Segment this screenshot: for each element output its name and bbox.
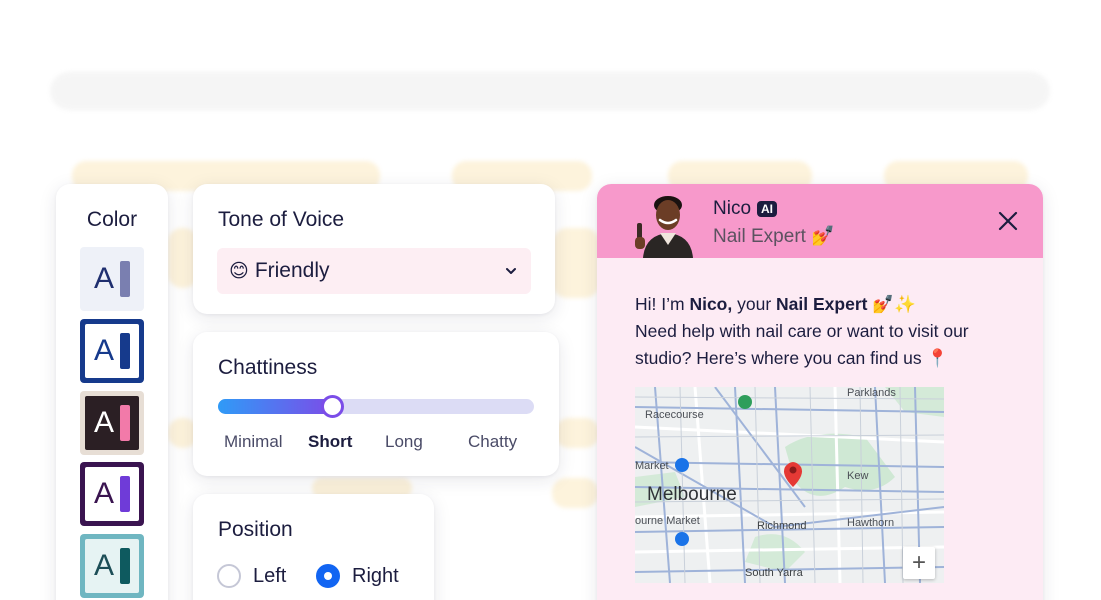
tone-title: Tone of Voice: [218, 208, 345, 231]
background-placeholder: [553, 228, 599, 298]
position-title: Position: [218, 518, 293, 541]
position-card: Position Left Right: [193, 494, 434, 600]
agent-name: Nico: [713, 198, 752, 219]
agent-role: Nail Expert 💅: [713, 226, 835, 247]
slider-fill: [218, 399, 332, 414]
chattiness-option[interactable]: Short: [308, 432, 352, 452]
agent-name-row: Nico AI: [713, 198, 778, 220]
close-icon[interactable]: [997, 210, 1019, 232]
color-panel-title: Color: [86, 208, 138, 231]
swatch-accent-bar: [120, 476, 130, 512]
message-text: Need help with nail care or want to visi…: [635, 321, 969, 368]
radio-label: Left: [253, 564, 287, 587]
message-text: 💅✨: [867, 294, 916, 314]
chat-widget-header: Nico AI Nail Expert 💅: [597, 184, 1043, 258]
message-text: your: [732, 294, 777, 314]
map-label: South Yarra: [745, 567, 803, 579]
chattiness-slider[interactable]: [218, 395, 534, 418]
color-swatch[interactable]: A: [80, 391, 144, 455]
message-text: Hi! I’m: [635, 294, 690, 314]
ai-badge: AI: [757, 201, 778, 217]
swatch-letter: A: [93, 549, 114, 582]
chat-message: Hi! I’m Nico, your Nail Expert 💅✨ Need h…: [635, 291, 1015, 372]
smile-emoji-icon: 😊: [229, 260, 249, 282]
chevron-down-icon: [506, 268, 516, 274]
swatch-letter: A: [93, 477, 114, 510]
radio-button[interactable]: [217, 564, 241, 588]
location-map[interactable]: Parklands Racecourse Market Kew Melbourn…: [635, 387, 944, 583]
swatch-accent-bar: [120, 405, 130, 441]
color-swatch[interactable]: A: [80, 319, 144, 383]
map-label: Richmond: [757, 520, 807, 532]
map-zoom-in-button[interactable]: +: [903, 547, 935, 579]
message-agent-role: Nail Expert: [776, 294, 868, 314]
background-placeholder: [552, 478, 598, 508]
swatch-accent-bar: [120, 261, 130, 297]
color-swatch[interactable]: A: [80, 462, 144, 526]
background-placeholder-bar: [50, 72, 1050, 110]
chattiness-option[interactable]: Long: [385, 432, 423, 452]
swatch-accent-bar: [120, 333, 130, 369]
swatch-letter: A: [93, 406, 114, 439]
map-label: Parklands: [847, 387, 896, 399]
color-swatch-preview: A: [85, 324, 139, 378]
agent-avatar: [635, 196, 693, 258]
chattiness-title: Chattiness: [218, 356, 318, 379]
swatch-accent-bar: [120, 548, 130, 584]
tone-selected-value: Friendly: [254, 259, 330, 282]
chat-widget-preview: Nico AI Nail Expert 💅 Hi! I’m Nico, your…: [597, 184, 1043, 600]
color-swatch[interactable]: A: [80, 534, 144, 598]
color-swatch[interactable]: A: [80, 247, 144, 311]
color-swatch-preview: A: [85, 539, 139, 593]
color-swatch-preview: A: [85, 396, 139, 450]
chattiness-card: Chattiness Minimal Short Long Chatty: [193, 332, 559, 476]
map-city-label: Melbourne: [647, 484, 737, 505]
swatch-letter: A: [93, 334, 114, 367]
position-option-right[interactable]: Right: [316, 564, 399, 588]
map-label: Racecourse: [645, 409, 704, 421]
tone-select[interactable]: 😊 Friendly: [217, 248, 531, 294]
radio-button[interactable]: [316, 564, 340, 588]
color-swatch-preview: A: [85, 467, 139, 521]
radio-label: Right: [352, 564, 399, 587]
map-label: ourne Market: [635, 515, 700, 527]
tone-of-voice-card: Tone of Voice 😊 Friendly: [193, 184, 555, 314]
map-label: Hawthorn: [847, 517, 895, 529]
swatch-letter: A: [93, 262, 114, 295]
chattiness-option[interactable]: Minimal: [224, 432, 283, 452]
color-swatch-preview: A: [85, 252, 139, 306]
position-option-left[interactable]: Left: [217, 564, 286, 588]
message-agent-name: Nico,: [689, 294, 733, 314]
slider-thumb[interactable]: [320, 395, 344, 418]
chattiness-option[interactable]: Chatty: [468, 432, 517, 452]
color-panel: Color A A A A A: [56, 184, 168, 600]
map-label: Market: [635, 460, 669, 472]
map-label: Kew: [847, 470, 869, 482]
background-placeholder: [555, 418, 599, 448]
